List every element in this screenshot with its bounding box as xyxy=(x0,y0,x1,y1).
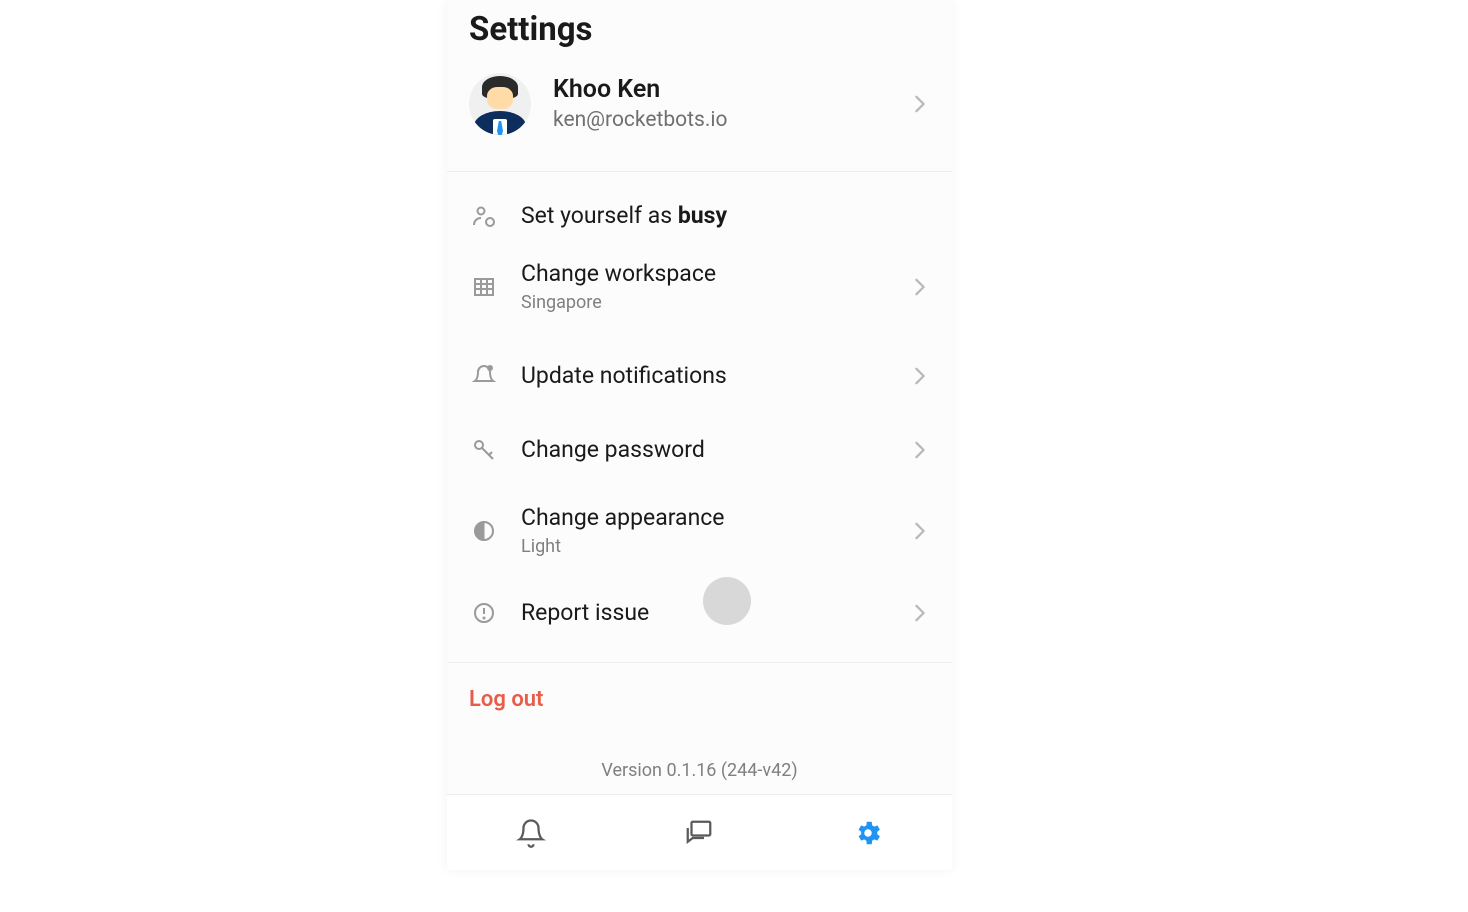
change-password-row[interactable]: Change password xyxy=(447,418,952,482)
chevron-right-icon xyxy=(910,367,930,385)
report-issue-label: Report issue xyxy=(521,597,910,629)
profile-email: ken@rocketbots.io xyxy=(553,107,910,134)
logout-label[interactable]: Log out xyxy=(469,687,543,712)
set-busy-row[interactable]: Set yourself as busy xyxy=(447,184,952,248)
profile-name: Khoo Ken xyxy=(553,74,910,107)
update-notifications-row[interactable]: Update notifications xyxy=(447,344,952,408)
tab-notifications[interactable] xyxy=(511,813,551,853)
change-appearance-row[interactable]: Change appearance Light xyxy=(447,492,952,569)
set-busy-prefix: Set yourself as xyxy=(521,202,678,229)
key-icon xyxy=(469,438,499,462)
tab-messages[interactable] xyxy=(679,813,719,853)
set-busy-label: Set yourself as busy xyxy=(521,200,930,232)
notifications-icon xyxy=(469,364,499,388)
change-password-label: Change password xyxy=(521,434,910,466)
change-workspace-row[interactable]: Change workspace Singapore xyxy=(447,248,952,325)
change-workspace-label: Change workspace xyxy=(521,258,910,290)
chevron-right-icon xyxy=(910,522,930,540)
chevron-right-icon xyxy=(910,441,930,459)
change-workspace-value: Singapore xyxy=(521,290,910,315)
version-label: Version 0.1.16 (244-v42) xyxy=(601,760,797,781)
update-notifications-label: Update notifications xyxy=(521,360,910,392)
person-status-icon xyxy=(469,204,499,228)
divider xyxy=(447,171,952,172)
version-row: Version 0.1.16 (244-v42) xyxy=(447,736,952,781)
settings-screen: Settings Khoo Ken ken@rocketbots.io xyxy=(447,0,952,870)
alert-icon xyxy=(469,601,499,625)
profile-row[interactable]: Khoo Ken ken@rocketbots.io xyxy=(447,59,952,153)
chevron-right-icon xyxy=(910,95,930,113)
appearance-icon xyxy=(469,519,499,543)
set-busy-bold: busy xyxy=(678,202,727,229)
profile-text: Khoo Ken ken@rocketbots.io xyxy=(553,74,910,134)
change-appearance-label: Change appearance xyxy=(521,502,910,534)
avatar xyxy=(469,73,531,135)
logout-row[interactable]: Log out xyxy=(447,663,952,736)
tabbar xyxy=(447,794,952,870)
chevron-right-icon xyxy=(910,278,930,296)
workspace-icon xyxy=(469,275,499,299)
report-issue-row[interactable]: Report issue xyxy=(447,581,952,645)
change-appearance-value: Light xyxy=(521,534,910,559)
chevron-right-icon xyxy=(910,604,930,622)
tab-settings[interactable] xyxy=(848,813,888,853)
page-title: Settings xyxy=(469,10,930,49)
header: Settings xyxy=(447,0,952,59)
